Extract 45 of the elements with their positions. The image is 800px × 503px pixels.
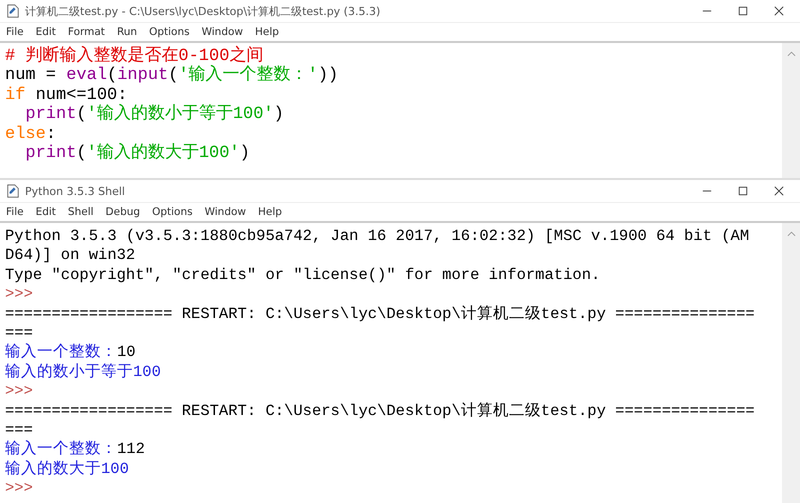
- menu-item[interactable]: Shell: [68, 206, 94, 218]
- scrollbar[interactable]: [782, 43, 800, 178]
- menu-item[interactable]: Edit: [36, 26, 56, 38]
- menu-item[interactable]: Help: [255, 26, 279, 38]
- menu-item[interactable]: Edit: [36, 206, 56, 218]
- close-icon[interactable]: [774, 6, 784, 16]
- code-line: num = eval(input('输入一个整数：')): [5, 66, 338, 86]
- document-icon: [6, 184, 20, 198]
- close-icon[interactable]: [774, 186, 784, 196]
- code-line: >>>: [5, 285, 33, 305]
- maximize-icon[interactable]: [738, 186, 748, 196]
- code-line: ================== RESTART: C:\Users\lyc\Desktop\计算机二级test.py ===============: [5, 402, 755, 422]
- menu-item[interactable]: Options: [149, 26, 190, 38]
- code-line: ================== RESTART: C:\Users\lyc\Desktop\计算机二级test.py ===============: [5, 304, 755, 324]
- menu-item[interactable]: Format: [68, 26, 105, 38]
- code-line: >>>: [5, 479, 33, 499]
- text-area[interactable]: # 判断输入整数是否在0-100之间 num = eval(input('输入一个整数：')) if num<=100: print('输入的数小于等于100') else: print('输入的数大于100'): [0, 43, 782, 178]
- menu-item[interactable]: Debug: [106, 206, 140, 218]
- code-line: D64)] on win32: [5, 246, 136, 266]
- code-line: else:: [5, 124, 56, 144]
- code-line: Python 3.5.3 (v3.5.3:1880cb95a742, Jan 16 2017, 16:02:32) [MSC v.1900 64 bit (AM: [5, 227, 750, 246]
- menu-item[interactable]: File: [6, 206, 24, 218]
- code-line: ===: [5, 421, 33, 440]
- menu-item[interactable]: Window: [204, 206, 246, 218]
- code-line: 输入的数小于等于100: [5, 362, 161, 382]
- scrollbar[interactable]: [782, 223, 800, 503]
- document-icon: [6, 4, 20, 18]
- code-line: Type "copyright", "credits" or "license()" for more information.: [5, 266, 600, 286]
- window-title: Python 3.5.3 Shell: [25, 184, 126, 198]
- menu-item[interactable]: Help: [258, 206, 282, 218]
- menu-item[interactable]: File: [6, 26, 24, 38]
- code-line: print('输入的数大于100'): [24, 144, 250, 164]
- code-line: 输入的数大于100: [5, 460, 129, 480]
- code-line: ===: [5, 324, 33, 343]
- menu-item[interactable]: Window: [202, 26, 243, 38]
- code-line: # 判断输入整数是否在0-100之间: [5, 47, 264, 66]
- menu-item[interactable]: Run: [116, 26, 138, 38]
- code-line: 输入一个整数：10: [5, 343, 136, 363]
- code-line: 输入一个整数：112: [5, 440, 145, 460]
- code-line: if num<=100:: [5, 86, 128, 105]
- window-title: 计算机二级test.py - C:\Users\lyc\Desktop\计算机二级test.py (3.5.3): [25, 4, 382, 18]
- maximize-icon[interactable]: [738, 6, 748, 16]
- code-line: >>>: [5, 382, 33, 402]
- menu-item[interactable]: Options: [152, 206, 193, 218]
- code-line: print('输入的数小于等于100'): [24, 105, 284, 125]
